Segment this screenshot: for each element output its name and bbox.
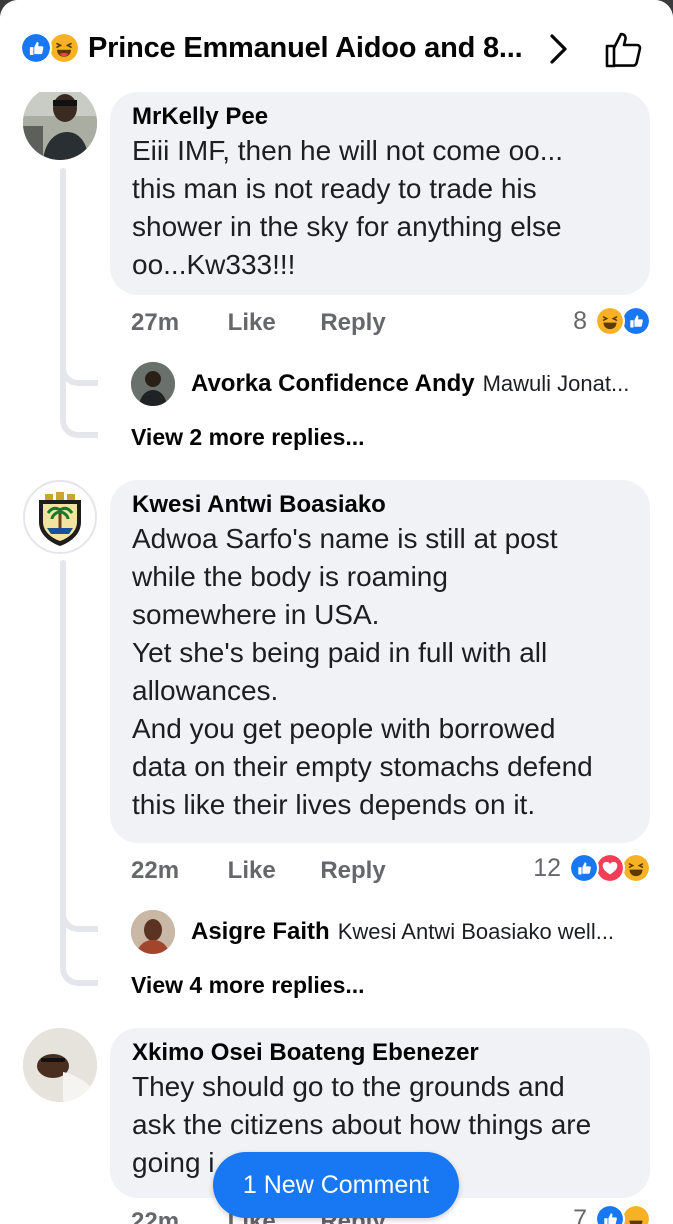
chevron-right-icon[interactable] bbox=[545, 32, 573, 66]
haha-reaction-icon bbox=[621, 853, 651, 883]
reply-text: Mawuli Jonat... bbox=[482, 371, 630, 396]
like-button[interactable]: Like bbox=[228, 857, 314, 885]
like-reaction-icon bbox=[595, 1204, 625, 1224]
thread-branch bbox=[60, 962, 98, 986]
reply-preview[interactable]: Avorka Confidence Andy Mawuli Jonat... bbox=[131, 362, 629, 406]
comment-author[interactable]: Xkimo Osei Boateng Ebenezer bbox=[132, 1038, 628, 1068]
avatar[interactable] bbox=[131, 362, 175, 406]
haha-reaction-icon bbox=[595, 306, 625, 336]
reaction-count: 7 bbox=[573, 1204, 587, 1224]
thread-branch bbox=[60, 414, 98, 438]
like-reaction-icon bbox=[20, 32, 52, 64]
comment-time: 22m bbox=[131, 857, 180, 884]
comment-line: They should go to the grounds and bbox=[132, 1071, 565, 1102]
reply-preview[interactable]: Asigre Faith Kwesi Antwi Boasiako well..… bbox=[131, 910, 614, 954]
thumbs-up-icon[interactable] bbox=[603, 28, 645, 70]
comment-actions: 27m Like Reply bbox=[131, 309, 386, 337]
love-reaction-icon bbox=[595, 853, 625, 883]
comments-sheet: Prince Emmanuel Aidoo and 8... MrKelly P… bbox=[0, 0, 673, 1224]
comment-author[interactable]: Kwesi Antwi Boasiako bbox=[132, 490, 628, 520]
comment-line: shower in the sky for anything else bbox=[132, 211, 562, 242]
comment-line: this man is not ready to trade his bbox=[132, 173, 537, 204]
user-photo-icon bbox=[23, 1028, 97, 1102]
header-reactions[interactable] bbox=[20, 32, 86, 66]
comment-author[interactable]: MrKelly Pee bbox=[132, 102, 628, 132]
comment-line: this like their lives depends on it. bbox=[132, 789, 536, 820]
avatar[interactable] bbox=[23, 480, 97, 554]
comment-actions: 22m Like Reply bbox=[131, 857, 386, 885]
new-comment-button[interactable]: 1 New Comment bbox=[213, 1152, 459, 1218]
like-button[interactable]: Like bbox=[228, 309, 314, 337]
reaction-summary[interactable]: 8 bbox=[573, 306, 651, 336]
comment-text: Eiii IMF, then he will not come oo... th… bbox=[132, 132, 628, 284]
reaction-count: 12 bbox=[533, 853, 561, 882]
header-title[interactable]: Prince Emmanuel Aidoo and 8... bbox=[88, 32, 523, 65]
haha-reaction-icon bbox=[621, 1204, 651, 1224]
comment-line: And you get people with borrowed bbox=[132, 713, 556, 744]
view-more-replies[interactable]: View 4 more replies... bbox=[131, 972, 365, 999]
comments-header: Prince Emmanuel Aidoo and 8... bbox=[0, 0, 673, 92]
reply-author[interactable]: Asigre Faith bbox=[191, 918, 330, 946]
comment-line: ask the citizens about how things are bbox=[132, 1109, 592, 1140]
avatar[interactable] bbox=[131, 910, 175, 954]
reaction-summary[interactable]: 12 bbox=[533, 853, 651, 883]
reply-author[interactable]: Avorka Confidence Andy bbox=[191, 370, 475, 398]
user-photo-icon bbox=[131, 910, 175, 954]
avatar[interactable] bbox=[23, 86, 97, 160]
comment-text: Adwoa Sarfo's name is still at post whil… bbox=[132, 520, 628, 824]
user-photo-icon bbox=[23, 86, 97, 160]
reaction-count: 8 bbox=[573, 306, 587, 335]
like-reaction-icon bbox=[621, 306, 651, 336]
comment-line: oo...Kw333!!! bbox=[132, 249, 296, 280]
haha-reaction-icon bbox=[48, 32, 80, 64]
like-reaction-icon bbox=[569, 853, 599, 883]
comment-time: 22m bbox=[131, 1208, 180, 1224]
reaction-summary[interactable]: 7 bbox=[573, 1204, 651, 1224]
user-photo-icon bbox=[131, 362, 175, 406]
comment-bubble[interactable]: MrKelly Pee Eiii IMF, then he will not c… bbox=[110, 92, 650, 295]
comment-time: 27m bbox=[131, 309, 180, 336]
comment-line: Yet she's being paid in full with all bbox=[132, 637, 548, 668]
comment-line: data on their empty stomachs defend bbox=[132, 751, 593, 782]
crest-icon bbox=[25, 482, 95, 552]
thread-line bbox=[60, 560, 66, 968]
reply-button[interactable]: Reply bbox=[320, 309, 385, 337]
comment-line: while the body is roaming bbox=[132, 561, 448, 592]
avatar[interactable] bbox=[23, 1028, 97, 1102]
comment-line: Adwoa Sarfo's name is still at post bbox=[132, 523, 558, 554]
comment-line: allowances. bbox=[132, 675, 279, 706]
reply-button[interactable]: Reply bbox=[320, 857, 385, 885]
reply-text: Kwesi Antwi Boasiako well... bbox=[337, 919, 615, 944]
comment-line: Eiii IMF, then he will not come oo... bbox=[132, 135, 564, 166]
view-more-replies[interactable]: View 2 more replies... bbox=[131, 424, 365, 451]
comment-line: somewhere in USA. bbox=[132, 599, 380, 630]
comment-bubble[interactable]: Kwesi Antwi Boasiako Adwoa Sarfo's name … bbox=[110, 480, 650, 843]
